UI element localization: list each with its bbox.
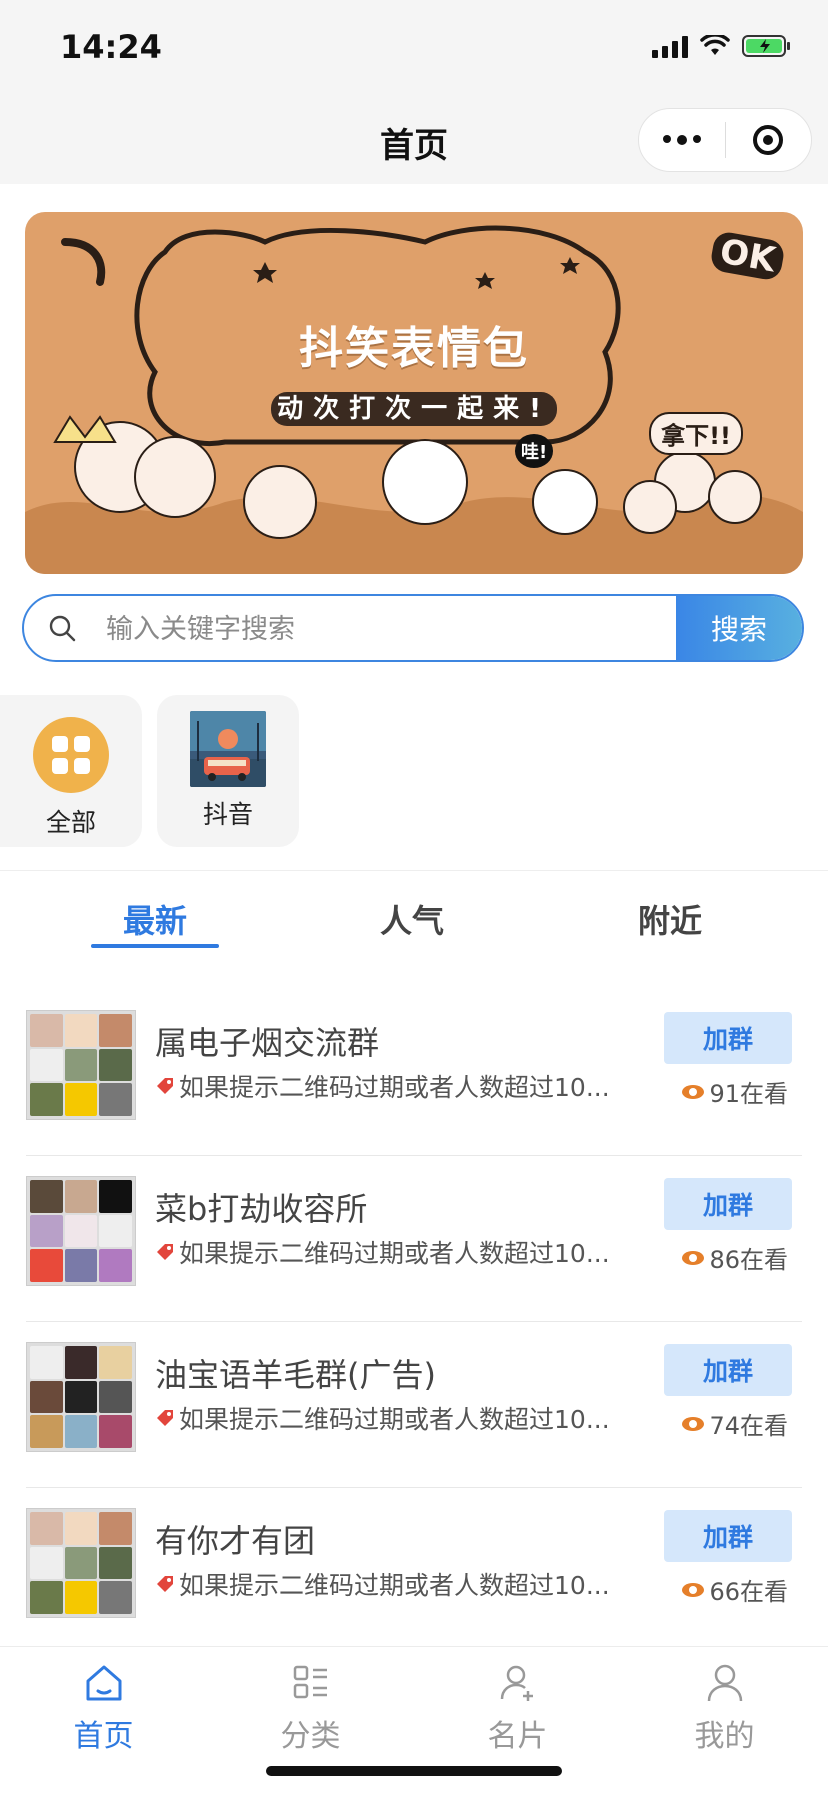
list-item[interactable]: 油宝语羊毛群(广告) 如果提示二维码过期或者人数超过10... 加群 74在看 bbox=[0, 1322, 828, 1488]
banner[interactable]: 抖笑表情包 动次打次一起来! OK 哇! 拿下!! bbox=[25, 212, 803, 574]
category-label: 抖音 bbox=[202, 800, 253, 829]
tab-latest[interactable]: 最新 bbox=[55, 896, 255, 942]
group-avatar bbox=[26, 1010, 136, 1120]
join-group-button[interactable]: 加群 bbox=[664, 1012, 792, 1064]
category-icon bbox=[293, 1665, 327, 1699]
join-group-button[interactable]: 加群 bbox=[664, 1510, 792, 1562]
tabbar-label: 名片 bbox=[487, 1719, 548, 1754]
group-desc: 如果提示二维码过期或者人数超过10... bbox=[155, 1400, 630, 1436]
banner-na-badge: 拿下!! bbox=[649, 412, 743, 455]
douyin-thumbnail bbox=[190, 711, 266, 787]
tag-icon bbox=[157, 1576, 173, 1592]
view-count: 66在看 bbox=[681, 1572, 788, 1607]
target-icon bbox=[753, 125, 784, 155]
group-avatar bbox=[26, 1508, 136, 1618]
eye-icon bbox=[682, 1582, 705, 1597]
search-bar: 搜索 bbox=[22, 594, 804, 662]
tabbar-label: 我的 bbox=[694, 1719, 755, 1754]
list-item[interactable]: 属电子烟交流群 如果提示二维码过期或者人数超过10... 加群 91在看 bbox=[0, 990, 828, 1156]
join-group-button[interactable]: 加群 bbox=[664, 1178, 792, 1230]
group-desc: 如果提示二维码过期或者人数超过10... bbox=[155, 1234, 630, 1270]
status-time: 14:24 bbox=[60, 28, 162, 66]
sort-tabs: 最新 人气 附近 bbox=[0, 888, 828, 948]
add-user-icon bbox=[500, 1665, 533, 1701]
eye-icon bbox=[682, 1250, 705, 1265]
group-name: 油宝语羊毛群(广告) bbox=[155, 1356, 436, 1394]
nav-bar: 首页 bbox=[0, 100, 828, 184]
miniprogram-capsule bbox=[638, 108, 812, 172]
join-group-button[interactable]: 加群 bbox=[664, 1344, 792, 1396]
group-desc: 如果提示二维码过期或者人数超过10... bbox=[155, 1566, 630, 1602]
search-input[interactable] bbox=[104, 596, 668, 660]
banner-wa-badge: 哇! bbox=[515, 434, 554, 468]
list-item[interactable]: 有你才有团 如果提示二维码过期或者人数超过10... 加群 66在看 bbox=[0, 1488, 828, 1654]
search-button[interactable]: 搜索 bbox=[676, 596, 802, 660]
tab-nearby[interactable]: 附近 bbox=[570, 896, 770, 942]
group-desc: 如果提示二维码过期或者人数超过10... bbox=[155, 1068, 630, 1104]
user-icon bbox=[707, 1664, 742, 1702]
battery-icon bbox=[742, 35, 790, 57]
search-icon bbox=[49, 615, 76, 642]
tag-icon bbox=[157, 1410, 173, 1426]
tag-icon bbox=[157, 1244, 173, 1260]
view-count: 86在看 bbox=[681, 1240, 788, 1275]
banner-title: 抖笑表情包 bbox=[299, 323, 529, 374]
more-button[interactable] bbox=[639, 109, 725, 171]
tab-popular[interactable]: 人气 bbox=[312, 896, 512, 942]
eye-icon bbox=[682, 1084, 705, 1099]
view-count: 91在看 bbox=[681, 1074, 788, 1109]
category-label: 全部 bbox=[45, 808, 96, 837]
home-icon bbox=[86, 1665, 121, 1701]
section-divider bbox=[0, 870, 828, 871]
view-count: 74在看 bbox=[681, 1406, 788, 1441]
tabbar-mine[interactable]: 我的 bbox=[621, 1661, 828, 1755]
tab-active-indicator bbox=[91, 944, 219, 948]
group-avatar bbox=[26, 1342, 136, 1452]
group-name: 菜b打劫收容所 bbox=[155, 1190, 368, 1228]
group-name: 属电子烟交流群 bbox=[155, 1024, 380, 1062]
list-item[interactable]: 菜b打劫收容所 如果提示二维码过期或者人数超过10... 加群 86在看 bbox=[0, 1156, 828, 1322]
status-bar: 14:24 bbox=[0, 0, 828, 100]
tabbar-label: 分类 bbox=[280, 1719, 341, 1754]
category-all[interactable]: 全部 bbox=[0, 695, 142, 847]
category-douyin[interactable]: 抖音 bbox=[157, 695, 299, 847]
group-name: 有你才有团 bbox=[155, 1522, 316, 1560]
eye-icon bbox=[682, 1416, 705, 1431]
wifi-icon bbox=[700, 35, 730, 55]
group-avatar bbox=[26, 1176, 136, 1286]
tabbar-card[interactable]: 名片 bbox=[414, 1661, 621, 1755]
status-icons bbox=[652, 34, 792, 58]
tabbar-home[interactable]: 首页 bbox=[0, 1661, 207, 1755]
grid-icon bbox=[33, 717, 109, 793]
signal-icon bbox=[652, 34, 688, 58]
tabbar-label: 首页 bbox=[73, 1719, 134, 1754]
home-indicator bbox=[266, 1766, 562, 1776]
tag-icon bbox=[157, 1078, 173, 1094]
close-miniprogram-button[interactable] bbox=[726, 109, 812, 171]
more-icon bbox=[662, 135, 701, 145]
tabbar-category[interactable]: 分类 bbox=[207, 1661, 414, 1755]
